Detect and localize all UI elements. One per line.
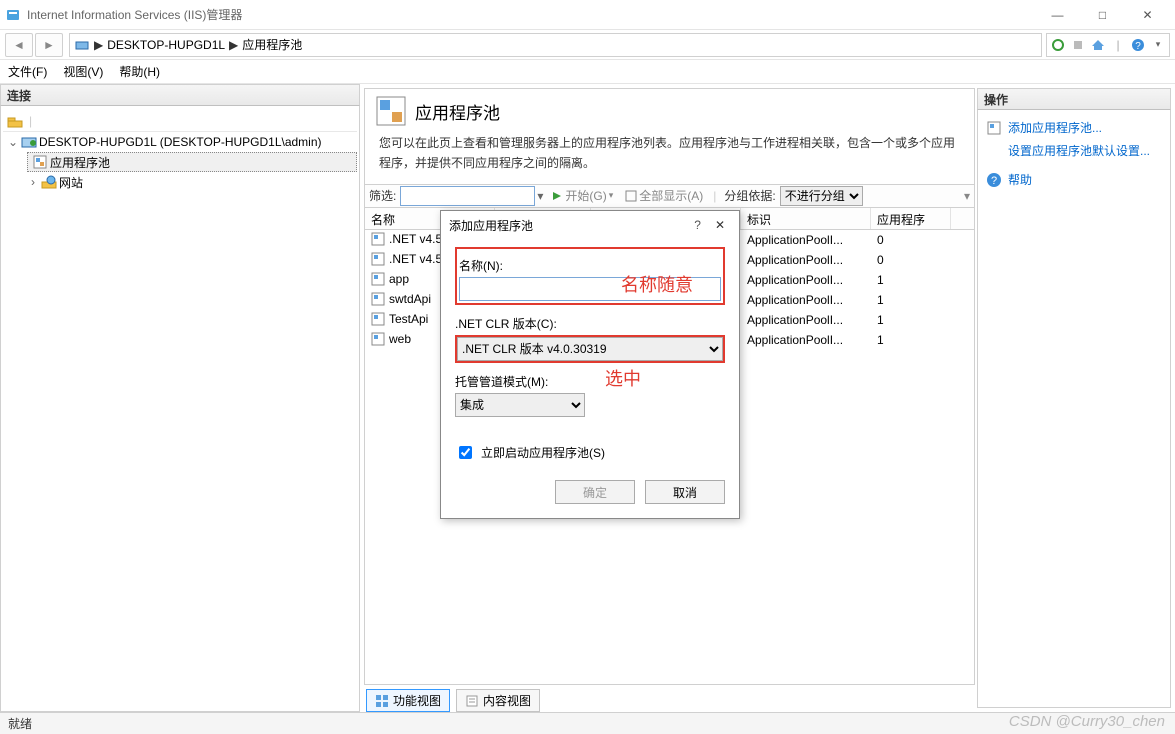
apppool-icon	[32, 154, 48, 170]
watermark: CSDN @Curry30_chen	[1009, 713, 1165, 730]
refresh-all-icon[interactable]	[1049, 36, 1067, 54]
action-help[interactable]: ? 帮助	[986, 168, 1162, 191]
title-bar: Internet Information Services (IIS)管理器 —…	[0, 0, 1175, 30]
actions-pane: 操作 添加应用程序池... 设置应用程序池默认设置... ? 帮助	[975, 84, 1175, 712]
groupby-label: 分组依据:	[720, 187, 779, 204]
autostart-checkbox[interactable]	[459, 446, 472, 459]
apppool-large-icon	[375, 95, 407, 127]
svg-text:?: ?	[1135, 41, 1141, 52]
center-description: 您可以在此页上查看和管理服务器上的应用程序池列表。应用程序池与工作进程相关联，包…	[365, 129, 974, 184]
stop-icon[interactable]	[1069, 36, 1087, 54]
forward-button[interactable]: ►	[35, 33, 63, 57]
clr-select[interactable]: .NET CLR 版本 v4.0.30319	[457, 337, 723, 361]
toolbar-right: | ? ▾	[1046, 33, 1170, 57]
home-icon[interactable]	[1089, 36, 1107, 54]
help-icon[interactable]: ?	[1129, 36, 1147, 54]
breadcrumb[interactable]: ▶ DESKTOP-HUPGD1L ▶ 应用程序池	[69, 33, 1042, 57]
bc-sep-icon: ▶	[94, 38, 103, 52]
groupby-select[interactable]: 不进行分组	[780, 186, 863, 206]
ok-button[interactable]: 确定	[555, 480, 635, 504]
view-tabs: 功能视图 内容视图	[364, 685, 975, 712]
name-input[interactable]	[459, 277, 721, 301]
pipe-select[interactable]: 集成	[455, 393, 585, 417]
maximize-button[interactable]: □	[1080, 1, 1125, 29]
add-icon	[986, 120, 1002, 136]
tree-app-pools-label: 应用程序池	[50, 154, 110, 171]
status-text: 就绪	[8, 715, 32, 732]
add-app-pool-dialog: 添加应用程序池 ? ✕ 名称(N): 名称随意 .NET CLR 版本(C): …	[440, 210, 740, 519]
cancel-button[interactable]: 取消	[645, 480, 725, 504]
col-apps[interactable]: 应用程序	[871, 208, 951, 229]
svg-text:?: ?	[991, 175, 997, 187]
content-icon	[465, 694, 479, 708]
status-bar: 就绪	[0, 712, 1175, 734]
connections-pane: 连接 | ⌄ DESKTOP-HUPGD1L (DESKTOP-HUPGD1L\…	[0, 84, 360, 712]
server-icon	[74, 37, 90, 53]
close-button[interactable]: ✕	[1125, 1, 1170, 29]
tree-server[interactable]: ⌄ DESKTOP-HUPGD1L (DESKTOP-HUPGD1L\admin…	[3, 132, 357, 152]
tree-sites[interactable]: › 网站	[23, 172, 357, 192]
tree-container: | ⌄ DESKTOP-HUPGD1L (DESKTOP-HUPGD1L\adm…	[0, 106, 360, 712]
name-label: 名称(N):	[459, 257, 721, 274]
iis-icon	[5, 7, 21, 23]
col-identity[interactable]: 标识	[741, 208, 871, 229]
action-set-defaults[interactable]: 设置应用程序池默认设置...	[986, 139, 1162, 162]
more-icon[interactable]: ▾	[960, 189, 974, 203]
bc-server[interactable]: DESKTOP-HUPGD1L	[107, 38, 225, 52]
menu-help[interactable]: 帮助(H)	[119, 63, 160, 80]
tree-sites-label: 网站	[59, 174, 83, 191]
menu-bar: 文件(F) 视图(V) 帮助(H)	[0, 60, 1175, 84]
tab-content[interactable]: 内容视图	[456, 689, 540, 712]
filter-label: 筛选:	[365, 187, 400, 204]
filter-input[interactable]	[400, 186, 535, 206]
minimize-button[interactable]: —	[1035, 1, 1080, 29]
dialog-close-button[interactable]: ✕	[709, 218, 731, 232]
server-icon	[21, 134, 37, 150]
bc-page[interactable]: 应用程序池	[242, 36, 302, 53]
window-title: Internet Information Services (IIS)管理器	[27, 6, 242, 23]
expand-icon[interactable]: ⌄	[7, 135, 19, 149]
tree-server-label: DESKTOP-HUPGD1L (DESKTOP-HUPGD1L\admin)	[39, 135, 322, 149]
connections-header: 连接	[0, 84, 360, 106]
bc-sep-icon: ▶	[229, 38, 238, 52]
dialog-help-button[interactable]: ?	[686, 218, 709, 232]
nav-bar: ◄ ► ▶ DESKTOP-HUPGD1L ▶ 应用程序池 | ? ▾	[0, 30, 1175, 60]
filter-bar: 筛选: ▾ 开始(G) ▾ 全部显示(A) | 分组依据: 不进行分组 ▾	[365, 184, 974, 208]
actions-header: 操作	[977, 88, 1171, 110]
center-header: 应用程序池	[365, 89, 974, 129]
show-all-button[interactable]: 全部显示(A)	[619, 187, 709, 204]
tab-features[interactable]: 功能视图	[366, 689, 450, 712]
connect-icon[interactable]	[7, 113, 23, 129]
go-button[interactable]: 开始(G) ▾	[545, 187, 619, 204]
sites-icon	[41, 174, 57, 190]
help-icon: ?	[986, 172, 1002, 188]
pipe-label: 托管管道模式(M):	[455, 373, 725, 390]
action-add-pool[interactable]: 添加应用程序池...	[986, 116, 1162, 139]
tree-toolbar: |	[3, 110, 357, 132]
menu-file[interactable]: 文件(F)	[8, 63, 47, 80]
center-title: 应用程序池	[415, 99, 500, 124]
dialog-titlebar[interactable]: 添加应用程序池 ? ✕	[441, 211, 739, 239]
back-button[interactable]: ◄	[5, 33, 33, 57]
dialog-title: 添加应用程序池	[449, 217, 533, 234]
expand-icon[interactable]: ›	[27, 175, 39, 189]
features-icon	[375, 694, 389, 708]
tree-app-pools[interactable]: 应用程序池	[27, 152, 357, 172]
clr-section-highlight: .NET CLR 版本 v4.0.30319	[455, 335, 725, 363]
autostart-label: 立即启动应用程序池(S)	[481, 444, 605, 461]
menu-view[interactable]: 视图(V)	[63, 63, 103, 80]
name-section-highlight: 名称(N): 名称随意	[455, 247, 725, 305]
clr-label: .NET CLR 版本(C):	[455, 315, 725, 332]
